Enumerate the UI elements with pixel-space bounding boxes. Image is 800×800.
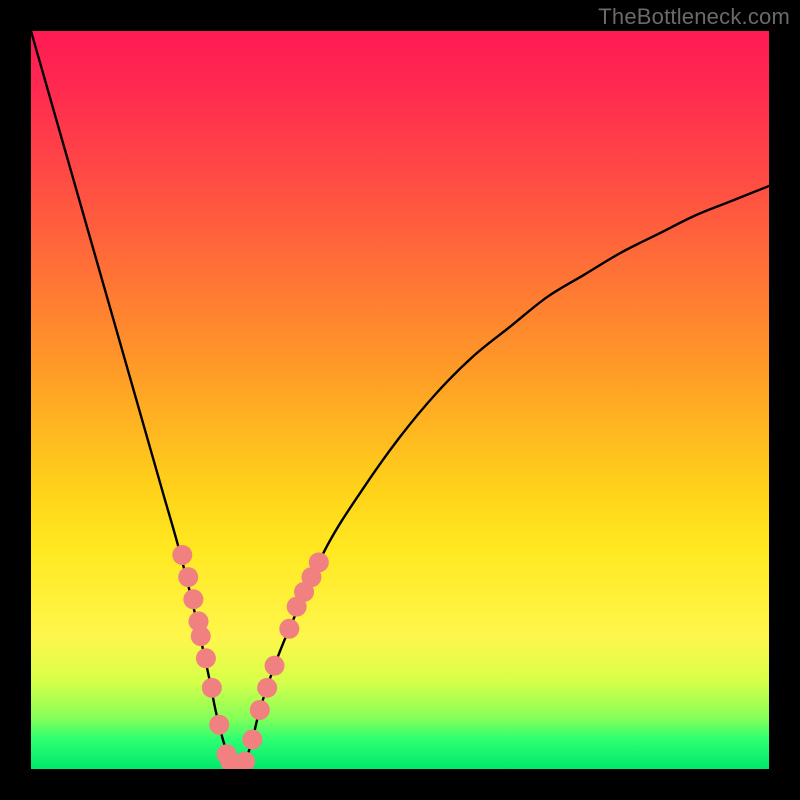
plot-area: [31, 31, 769, 769]
data-marker: [191, 626, 211, 646]
data-marker: [250, 700, 270, 720]
marker-layer: [172, 545, 329, 769]
data-marker: [309, 552, 329, 572]
chart-svg: [31, 31, 769, 769]
data-marker: [202, 678, 222, 698]
data-marker: [242, 729, 262, 749]
data-marker: [172, 545, 192, 565]
data-marker: [257, 678, 277, 698]
data-marker: [183, 589, 203, 609]
watermark-text: TheBottleneck.com: [598, 4, 790, 30]
curve-layer: [31, 31, 769, 769]
bottleneck-curve: [31, 31, 769, 769]
data-marker: [235, 752, 255, 769]
data-marker: [178, 567, 198, 587]
data-marker: [265, 656, 285, 676]
data-marker: [279, 619, 299, 639]
data-marker: [196, 648, 216, 668]
data-marker: [209, 715, 229, 735]
chart-frame: TheBottleneck.com: [0, 0, 800, 800]
